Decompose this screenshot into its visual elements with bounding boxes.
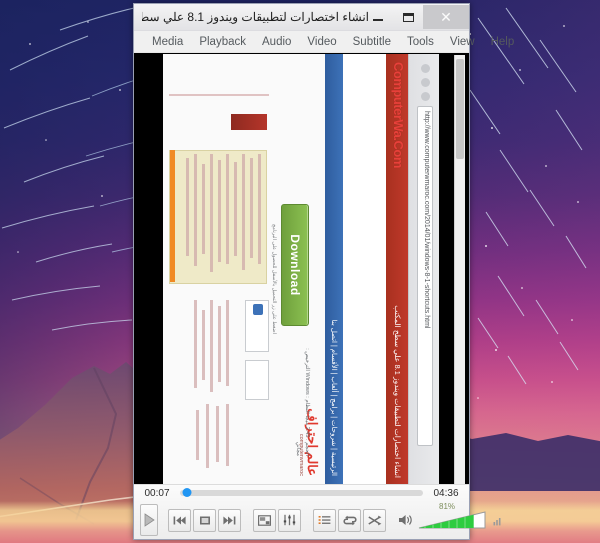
stop-icon	[199, 516, 210, 524]
extended-settings-button[interactable]	[278, 508, 301, 532]
fullscreen-icon	[258, 514, 271, 526]
page-text-line	[194, 300, 197, 388]
next-button[interactable]	[218, 508, 241, 532]
window-titlebar[interactable]: انشاء اختصارات لتطبيقات ويندوز 8.1 علي س…	[134, 4, 469, 31]
browser-reload-icon	[421, 92, 430, 101]
minimize-icon	[373, 19, 383, 21]
speaker-icon[interactable]	[398, 513, 413, 527]
page-text-line	[202, 164, 205, 254]
minimize-button[interactable]	[363, 5, 393, 29]
page-text-line	[206, 404, 209, 468]
fullscreen-button[interactable]	[253, 508, 276, 532]
volume-level-bars-icon	[493, 518, 501, 526]
view-button-group[interactable]	[253, 508, 303, 532]
page-text-line	[202, 310, 205, 380]
page-body: عالم احتراف computerwmaroc Download الحج…	[163, 54, 325, 484]
menu-bar[interactable]: Media Playback Audio Video Subtitle Tool…	[134, 31, 514, 53]
menu-view[interactable]: View	[442, 36, 483, 48]
menu-help[interactable]: Help	[483, 36, 523, 48]
page-vertical-rule	[169, 94, 269, 96]
transport-button-row[interactable]: 81%	[134, 501, 501, 539]
page-text-line	[210, 300, 213, 392]
volume-percent-label: 81%	[439, 502, 456, 511]
menu-tools[interactable]: Tools	[399, 36, 442, 48]
previous-icon	[173, 516, 186, 524]
loop-button[interactable]	[338, 508, 361, 532]
page-text-line	[234, 162, 237, 256]
browser-chrome: http://www.computerwmaroc.com/2014/01/wi…	[408, 54, 439, 484]
page-body-note: اضغط على زر التحميل بالأسفل للحصول على ا…	[271, 223, 277, 334]
volume-control[interactable]: 81%	[398, 502, 507, 530]
next-icon	[223, 516, 236, 524]
page-blue-navbar: الرئيسية | شروحات | برامج | ألعاب | الأق…	[325, 54, 343, 484]
page-text-line	[250, 158, 253, 258]
maximize-button[interactable]	[393, 5, 423, 29]
previous-button[interactable]	[168, 508, 191, 532]
menu-subtitle[interactable]: Subtitle	[345, 36, 399, 48]
total-time-label: 04:36	[433, 487, 459, 499]
page-text-line	[218, 160, 221, 262]
play-button[interactable]	[140, 504, 158, 536]
vlc-media-player-window[interactable]: انشاء اختصارات لتطبيقات ويندوز 8.1 علي س…	[133, 3, 514, 540]
page-text-line	[210, 154, 213, 272]
elapsed-time-label: 00:07	[144, 487, 170, 499]
window-title: انشاء اختصارات لتطبيقات ويندوز 8.1 علي س…	[142, 10, 369, 24]
page-small-box-2	[245, 360, 269, 400]
volume-slider[interactable]: 81%	[417, 502, 487, 530]
playlist-button-group[interactable]	[313, 508, 388, 532]
maximize-icon	[402, 12, 414, 22]
play-icon	[144, 513, 155, 527]
equalizer-icon	[283, 514, 296, 526]
page-text-line	[242, 154, 245, 270]
browser-forward-icon	[421, 78, 430, 87]
browser-address-bar: http://www.computerwmaroc.com/2014/01/wi…	[417, 106, 433, 446]
menu-video[interactable]: Video	[299, 36, 344, 48]
volume-triangle-track[interactable]	[417, 510, 487, 530]
site-brand-logo: ComputerWa.Com	[391, 62, 406, 168]
page-text-line	[226, 404, 229, 466]
playlist-button[interactable]	[313, 508, 336, 532]
page-text-line	[216, 406, 219, 462]
shuffle-icon	[367, 515, 381, 525]
page-small-button-1	[253, 304, 263, 316]
recorded-webpage: http://www.computerwmaroc.com/2014/01/wi…	[163, 54, 439, 484]
nav-button-group[interactable]	[168, 508, 243, 532]
random-button[interactable]	[363, 508, 386, 532]
page-text-line	[226, 300, 229, 386]
playback-control-bar[interactable]: 00:07 04:36 81%	[134, 484, 501, 539]
page-text-line	[186, 158, 189, 256]
page-orange-divider	[170, 150, 175, 282]
video-frame: http://www.computerwmaroc.com/2014/01/wi…	[163, 54, 439, 484]
playlist-icon	[318, 515, 331, 524]
page-text-line	[194, 154, 197, 266]
loop-icon	[342, 515, 357, 525]
close-icon: ✕	[440, 9, 452, 25]
page-red-block	[231, 114, 267, 130]
menu-audio[interactable]: Audio	[254, 36, 299, 48]
menu-media[interactable]: Media	[144, 36, 191, 48]
browser-back-icon	[421, 64, 430, 73]
close-button[interactable]: ✕	[423, 5, 469, 29]
seek-row[interactable]: 00:07 04:36	[134, 485, 469, 501]
seek-slider[interactable]	[180, 488, 423, 497]
page-text-line	[218, 306, 221, 382]
seek-handle[interactable]	[182, 488, 192, 497]
page-text-line	[196, 410, 199, 460]
stop-button[interactable]	[193, 508, 216, 532]
scrollbar-thumb[interactable]	[456, 59, 464, 159]
page-text-line	[258, 154, 261, 264]
window-control-buttons[interactable]: ✕	[363, 5, 469, 29]
menu-playback[interactable]: Playback	[191, 36, 254, 48]
page-text-line	[226, 154, 229, 264]
download-meta-text: الحجم : 2.45 ميجا النظام : Windows الترخ…	[295, 348, 310, 456]
download-button[interactable]: Download	[281, 204, 309, 326]
video-display-area[interactable]: http://www.computerwmaroc.com/2014/01/wi…	[134, 53, 469, 484]
video-page-scrollbar[interactable]	[454, 55, 465, 484]
